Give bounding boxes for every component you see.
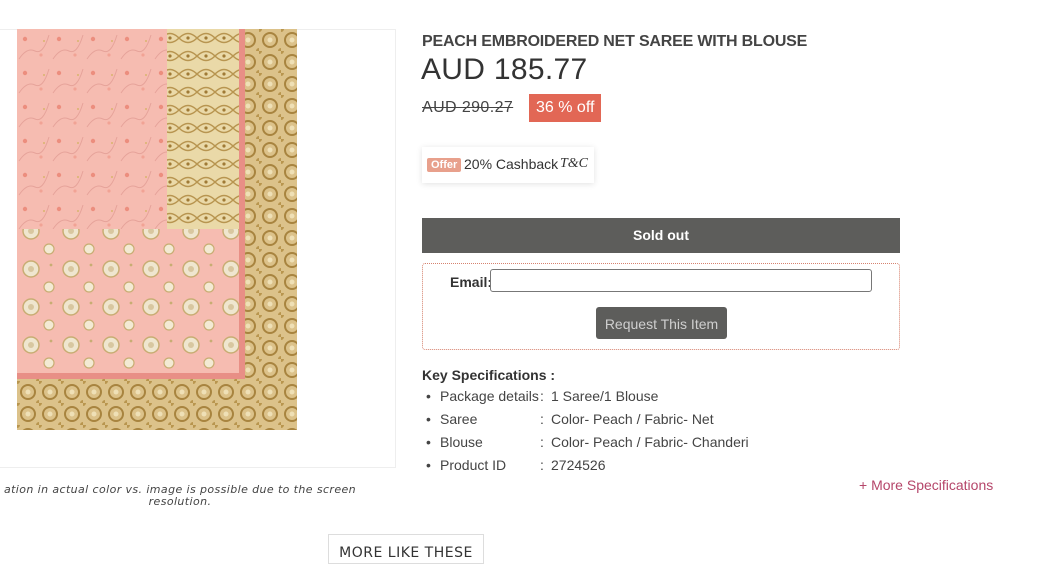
spec-separator: : — [540, 457, 544, 473]
offer-card: Offer 20% Cashback T&C — [422, 147, 594, 183]
request-item-form: Email: Request This Item — [422, 263, 900, 350]
spec-separator: : — [540, 434, 544, 450]
request-item-button[interactable]: Request This Item — [596, 307, 727, 339]
key-specifications-heading: Key Specifications : — [422, 367, 556, 383]
discount-badge: 36 % off — [529, 94, 602, 122]
email-field[interactable] — [490, 269, 872, 292]
spec-key: Saree — [440, 411, 478, 427]
offer-badge: Offer — [427, 158, 462, 172]
product-title: PEACH EMBROIDERED NET SAREE WITH BLOUSE — [422, 33, 808, 50]
spec-key: Package details — [440, 388, 539, 404]
spec-value: 2724526 — [551, 457, 606, 473]
bullet-icon: • — [426, 457, 431, 473]
spec-key: Blouse — [440, 434, 483, 450]
original-price: AUD 290.27 — [422, 99, 514, 116]
email-label: Email: — [450, 274, 493, 290]
spec-value: Color- Peach / Fabric- Net — [551, 411, 714, 427]
more-specifications-link[interactable]: + More Specifications — [859, 477, 993, 493]
spec-key: Product ID — [440, 457, 507, 473]
spec-separator: : — [540, 388, 544, 404]
image-color-disclaimer: ation in actual color vs. image is possi… — [3, 483, 357, 508]
product-price: AUD 185.77 — [421, 53, 588, 86]
spec-separator: : — [540, 411, 544, 427]
spec-value: 1 Saree/1 Blouse — [551, 388, 659, 404]
bullet-icon: • — [426, 434, 431, 450]
spec-value: Color- Peach / Fabric- Chanderi — [551, 434, 749, 450]
sold-out-button[interactable]: Sold out — [422, 218, 900, 253]
offer-text: 20% Cashback — [464, 156, 559, 172]
bullet-icon: • — [426, 411, 431, 427]
bullet-icon: • — [426, 388, 431, 404]
product-image[interactable] — [17, 29, 297, 430]
terms-link[interactable]: T&C — [560, 156, 588, 172]
more-like-these-tab[interactable]: MORE LIKE THESE — [328, 534, 484, 564]
